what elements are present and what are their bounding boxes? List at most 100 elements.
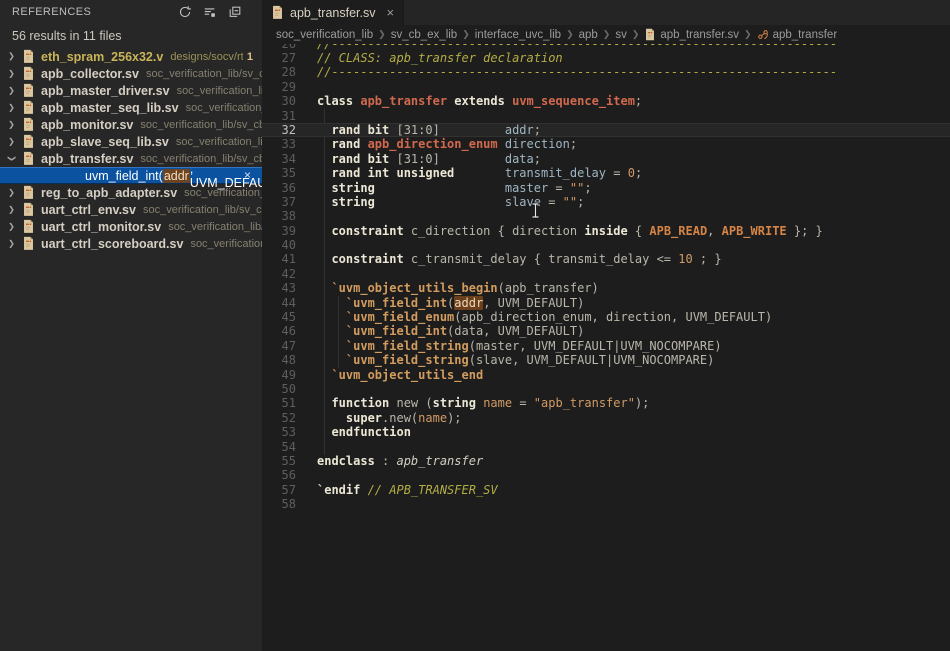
dismiss-icon[interactable]: × (244, 167, 251, 184)
clear-results-icon[interactable] (201, 3, 219, 21)
file-result-row[interactable]: ❯uart_ctrl_env.svsoc_verification_lib/sv… (0, 201, 262, 218)
code-line-48[interactable]: 48 `uvm_field_string(slave, UVM_DEFAULT|… (262, 353, 950, 367)
line-content[interactable]: rand apb_direction_enum direction; (317, 137, 577, 151)
tab-close-icon[interactable]: × (386, 5, 394, 20)
line-content[interactable]: rand int unsigned transmit_delay = 0; (317, 166, 642, 180)
code-line-38[interactable]: 38 (262, 209, 950, 223)
file-result-row[interactable]: ❯uart_ctrl_scoreboard.svsoc_verification… (0, 235, 262, 252)
code-editor[interactable]: 26 //------------------------------------… (262, 44, 950, 651)
line-content[interactable]: function new (string name = "apb_transfe… (317, 396, 649, 410)
line-number[interactable]: 54 (262, 440, 296, 454)
breadcrumb-item-apb-transfer-sv[interactable]: apb_transfer.sv (644, 28, 739, 41)
code-line-40[interactable]: 40 (262, 238, 950, 252)
file-result-row[interactable]: ❯eth_spram_256x32.vdesigns/socv/rtl/rtl_… (0, 48, 262, 65)
line-content[interactable]: `uvm_object_utils_end (317, 368, 483, 382)
chevron-right-icon[interactable]: ❯ (5, 239, 19, 249)
line-content[interactable]: //--------------------------------------… (317, 44, 837, 51)
file-result-row[interactable]: ❯apb_collector.svsoc_verification_lib/sv… (0, 65, 262, 82)
code-line-42[interactable]: 42 (262, 267, 950, 281)
line-number[interactable]: 44 (262, 296, 296, 310)
line-number[interactable]: 52 (262, 411, 296, 425)
chevron-right-icon[interactable]: ❯ (5, 205, 19, 215)
code-line-52[interactable]: 52 super.new(name); (262, 411, 950, 425)
line-number[interactable]: 35 (262, 166, 296, 180)
code-line-30[interactable]: 30class apb_transfer extends uvm_sequenc… (262, 94, 950, 108)
code-line-54[interactable]: 54 (262, 440, 950, 454)
line-number[interactable]: 31 (262, 109, 296, 123)
line-number[interactable]: 27 (262, 51, 296, 65)
line-content[interactable]: constraint c_transmit_delay { transmit_d… (317, 252, 722, 266)
line-number[interactable]: 56 (262, 468, 296, 482)
collapse-all-icon[interactable] (226, 3, 244, 21)
line-number[interactable]: 51 (262, 396, 296, 410)
chevron-right-icon[interactable]: ❯ (5, 137, 19, 147)
code-line-35[interactable]: 35 rand int unsigned transmit_delay = 0; (262, 166, 950, 180)
chevron-right-icon[interactable]: ❯ (5, 52, 19, 62)
code-line-33[interactable]: 33 rand apb_direction_enum direction; (262, 137, 950, 151)
line-number[interactable]: 37 (262, 195, 296, 209)
line-number[interactable]: 41 (262, 252, 296, 266)
code-line-46[interactable]: 46 `uvm_field_int(data, UVM_DEFAULT) (262, 324, 950, 338)
breadcrumb-item-sv[interactable]: sv (615, 29, 627, 41)
breadcrumb-item-soc-verification-lib[interactable]: soc_verification_lib (276, 29, 373, 41)
code-line-55[interactable]: 55endclass : apb_transfer (262, 454, 950, 468)
line-content[interactable]: //--------------------------------------… (317, 65, 837, 79)
chevron-right-icon[interactable]: ❯ (5, 120, 19, 130)
line-number[interactable]: 32 (262, 123, 296, 137)
refresh-icon[interactable] (176, 3, 194, 21)
file-result-row[interactable]: ❯apb_master_seq_lib.svsoc_verification_l… (0, 99, 262, 116)
breadcrumb-item-apb-transfer[interactable]: apb_transfer (757, 28, 838, 41)
tab-apb-transfer[interactable]: apb_transfer.sv × (262, 0, 404, 25)
line-number[interactable]: 40 (262, 238, 296, 252)
chevron-right-icon[interactable]: ❯ (5, 103, 19, 113)
code-line-51[interactable]: 51 function new (string name = "apb_tran… (262, 396, 950, 410)
line-number[interactable]: 39 (262, 224, 296, 238)
line-content[interactable]: class apb_transfer extends uvm_sequence_… (317, 94, 642, 108)
line-number[interactable]: 36 (262, 181, 296, 195)
chevron-right-icon[interactable]: ❯ (5, 86, 19, 96)
line-number[interactable]: 28 (262, 65, 296, 79)
line-content[interactable]: `uvm_field_string(slave, UVM_DEFAULT|UVM… (317, 353, 714, 367)
line-content[interactable]: `uvm_field_int(data, UVM_DEFAULT) (317, 324, 584, 338)
line-number[interactable]: 43 (262, 281, 296, 295)
code-line-32[interactable]: 32 rand bit [31:0] addr; (262, 123, 950, 137)
code-line-29[interactable]: 29 (262, 80, 950, 94)
line-number[interactable]: 45 (262, 310, 296, 324)
line-content[interactable]: rand bit [31:0] data; (317, 152, 541, 166)
line-content[interactable]: `uvm_field_string(master, UVM_DEFAULT|UV… (317, 339, 722, 353)
chevron-right-icon[interactable]: ❯ (5, 69, 19, 79)
line-number[interactable]: 33 (262, 137, 296, 151)
line-number[interactable]: 58 (262, 497, 296, 511)
code-line-56[interactable]: 56 (262, 468, 950, 482)
code-line-39[interactable]: 39 constraint c_direction { direction in… (262, 224, 950, 238)
code-line-31[interactable]: 31 (262, 109, 950, 123)
code-line-27[interactable]: 27// CLASS: apb_transfer declaration (262, 51, 950, 65)
code-line-45[interactable]: 45 `uvm_field_enum(apb_direction_enum, d… (262, 310, 950, 324)
code-line-26[interactable]: 26 //------------------------------------… (262, 44, 950, 51)
line-number[interactable]: 53 (262, 425, 296, 439)
line-number[interactable]: 38 (262, 209, 296, 223)
line-content[interactable]: `uvm_field_enum(apb_direction_enum, dire… (317, 310, 772, 324)
code-line-34[interactable]: 34 rand bit [31:0] data; (262, 152, 950, 166)
file-result-row[interactable]: ❯uart_ctrl_monitor.svsoc_verification_li… (0, 218, 262, 235)
line-content[interactable]: rand bit [31:0] addr; (317, 123, 541, 137)
line-number[interactable]: 50 (262, 382, 296, 396)
code-line-49[interactable]: 49 `uvm_object_utils_end (262, 368, 950, 382)
line-content[interactable]: constraint c_direction { direction insid… (317, 224, 823, 238)
line-number[interactable]: 47 (262, 339, 296, 353)
code-line-41[interactable]: 41 constraint c_transmit_delay { transmi… (262, 252, 950, 266)
breadcrumb-item-apb[interactable]: apb (579, 29, 598, 41)
line-number[interactable]: 29 (262, 80, 296, 94)
file-result-row[interactable]: ❯apb_slave_seq_lib.svsoc_verification_li… (0, 133, 262, 150)
code-line-47[interactable]: 47 `uvm_field_string(master, UVM_DEFAULT… (262, 339, 950, 353)
code-line-58[interactable]: 58 (262, 497, 950, 511)
code-line-28[interactable]: 28 //------------------------------------… (262, 65, 950, 79)
line-number[interactable]: 42 (262, 267, 296, 281)
line-content[interactable]: string master = ""; (317, 181, 592, 195)
code-line-50[interactable]: 50 (262, 382, 950, 396)
line-number[interactable]: 26 (262, 44, 296, 51)
code-line-43[interactable]: 43 `uvm_object_utils_begin(apb_transfer) (262, 281, 950, 295)
line-content[interactable]: endclass : apb_transfer (317, 454, 483, 468)
line-number[interactable]: 49 (262, 368, 296, 382)
line-content[interactable]: super.new(name); (317, 411, 462, 425)
